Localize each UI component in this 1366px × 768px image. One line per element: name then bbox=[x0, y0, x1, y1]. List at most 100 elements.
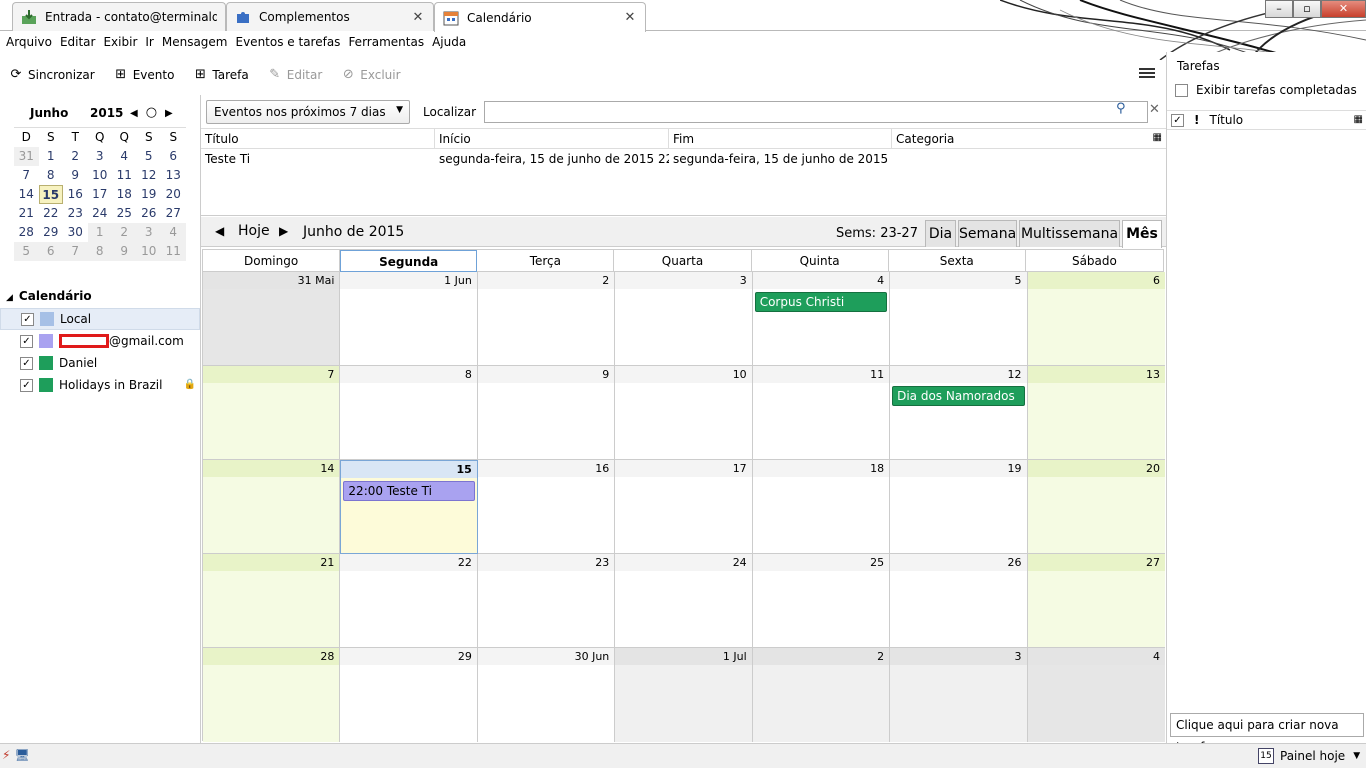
calendar-item-gmail[interactable]: ✓ @gmail.com bbox=[0, 330, 200, 352]
tab-inbox[interactable]: Entrada - contato@terminald... bbox=[12, 2, 226, 31]
tab-addons[interactable]: Complementos ✕ bbox=[226, 2, 434, 31]
day-number[interactable]: 30 Jun bbox=[477, 648, 615, 665]
edit-button[interactable]: ✎ Editar bbox=[267, 67, 322, 83]
mini-month-day[interactable]: 17 bbox=[88, 185, 113, 204]
menu-ir[interactable]: Ir bbox=[145, 32, 153, 52]
mini-month-day[interactable]: 2 bbox=[63, 147, 88, 166]
month-day-cell[interactable]: 18 bbox=[752, 460, 891, 554]
day-number[interactable]: 22 bbox=[340, 554, 477, 571]
mini-month-day[interactable]: 22 bbox=[39, 204, 64, 223]
day-number[interactable]: 20 bbox=[1027, 460, 1165, 477]
day-number[interactable]: 6 bbox=[1027, 272, 1165, 289]
month-day-cell[interactable]: 19 bbox=[890, 460, 1028, 554]
menu-exibir[interactable]: Exibir bbox=[103, 32, 137, 52]
mini-month-day[interactable]: 25 bbox=[112, 204, 137, 223]
mini-month-day[interactable]: 11 bbox=[112, 166, 137, 185]
mini-month-day[interactable]: 31 bbox=[14, 147, 39, 166]
day-number[interactable]: 16 bbox=[477, 460, 615, 477]
tab-day[interactable]: Dia bbox=[925, 220, 956, 247]
event-filter-select[interactable]: Eventos nos próximos 7 dias ▼ bbox=[206, 100, 410, 124]
menu-ferramentas[interactable]: Ferramentas bbox=[348, 32, 424, 52]
mini-month-day[interactable]: 7 bbox=[63, 242, 88, 261]
mini-month-day[interactable]: 8 bbox=[87, 242, 112, 261]
calendar-checkbox[interactable]: ✓ bbox=[20, 356, 33, 370]
mini-month-day[interactable]: 24 bbox=[88, 204, 113, 223]
month-day-cell[interactable]: 17 bbox=[615, 460, 753, 554]
month-day-cell[interactable]: 22 bbox=[340, 554, 478, 648]
new-event-button[interactable]: ⊞ Evento bbox=[113, 67, 174, 83]
month-day-cell[interactable]: 15 22:00 Teste Ti bbox=[340, 460, 478, 554]
calendar-item-holidays[interactable]: ✓ Holidays in Brazil 🔒 bbox=[0, 374, 200, 396]
day-number[interactable]: 18 bbox=[752, 460, 890, 477]
day-number[interactable]: 23 bbox=[477, 554, 615, 571]
day-number[interactable]: 19 bbox=[890, 460, 1027, 477]
delete-button[interactable]: ⊘ Excluir bbox=[340, 67, 401, 83]
calendar-event[interactable]: Corpus Christi bbox=[754, 292, 888, 312]
day-number[interactable]: 5 bbox=[890, 272, 1027, 289]
mini-month-day[interactable]: 21 bbox=[14, 204, 39, 223]
day-number[interactable]: 7 bbox=[203, 366, 340, 383]
month-day-cell[interactable]: 31 Mai bbox=[203, 272, 341, 366]
menu-ajuda[interactable]: Ajuda bbox=[432, 32, 466, 52]
day-number[interactable]: 8 bbox=[340, 366, 477, 383]
calendar-item-local[interactable]: ✓ Local bbox=[0, 308, 200, 330]
mini-month-day[interactable]: 20 bbox=[161, 185, 186, 204]
day-number[interactable]: 2 bbox=[752, 648, 890, 665]
menu-eventos-tarefas[interactable]: Eventos e tarefas bbox=[236, 32, 341, 52]
tab-month[interactable]: Mês bbox=[1122, 220, 1162, 248]
mini-month-day[interactable]: 10 bbox=[88, 166, 113, 185]
mini-month-day[interactable]: 29 bbox=[39, 223, 64, 242]
menu-mensagem[interactable]: Mensagem bbox=[162, 32, 228, 52]
mini-month-day[interactable]: 11 bbox=[161, 242, 186, 261]
month-day-cell[interactable]: 4 bbox=[1027, 648, 1165, 742]
day-number[interactable]: 24 bbox=[615, 554, 752, 571]
mini-month-day[interactable]: 8 bbox=[39, 166, 64, 185]
close-icon[interactable]: ✕ bbox=[623, 10, 637, 25]
month-day-cell[interactable]: 9 bbox=[477, 366, 616, 460]
month-day-cell[interactable]: 10 bbox=[615, 366, 753, 460]
mini-month-day[interactable]: 6 bbox=[161, 147, 186, 166]
mini-month-day[interactable]: 27 bbox=[161, 204, 186, 223]
month-day-cell[interactable]: 29 bbox=[340, 648, 478, 742]
month-day-cell[interactable]: 2 bbox=[752, 648, 891, 742]
search-icon[interactable]: ⚲ bbox=[1116, 101, 1126, 116]
mini-month-day[interactable]: 10 bbox=[136, 242, 161, 261]
day-number[interactable]: 29 bbox=[340, 648, 477, 665]
day-number[interactable]: 1 Jun bbox=[340, 272, 477, 289]
month-day-cell[interactable]: 4 Corpus Christi bbox=[752, 272, 891, 366]
mini-month-day[interactable]: 4 bbox=[112, 147, 137, 166]
day-number[interactable]: 13 bbox=[1027, 366, 1165, 383]
month-day-cell[interactable]: 13 bbox=[1027, 366, 1165, 460]
month-day-cell[interactable]: 28 bbox=[203, 648, 341, 742]
month-day-cell[interactable]: 1 Jul bbox=[615, 648, 753, 742]
minimize-button[interactable]: – bbox=[1265, 0, 1293, 18]
mini-month-year[interactable]: 2015 bbox=[90, 106, 126, 120]
calendar-checkbox[interactable]: ✓ bbox=[21, 312, 34, 326]
mini-month-day[interactable]: 7 bbox=[14, 166, 39, 185]
mini-month-day[interactable]: 3 bbox=[88, 147, 113, 166]
close-icon[interactable]: ✕ bbox=[411, 10, 425, 25]
day-number[interactable]: 14 bbox=[203, 460, 340, 477]
mini-month-day[interactable]: 19 bbox=[137, 185, 162, 204]
day-number[interactable]: 17 bbox=[615, 460, 752, 477]
new-task-button[interactable]: ⊞ Tarefa bbox=[192, 67, 249, 83]
show-completed-toggle[interactable]: Exibir tarefas completadas bbox=[1175, 83, 1357, 97]
column-header-start[interactable]: Início bbox=[435, 129, 669, 148]
mini-month-day[interactable]: 26 bbox=[137, 204, 162, 223]
tasks-complete-column-icon[interactable]: ✓ bbox=[1171, 113, 1184, 127]
maximize-button[interactable]: ▫ bbox=[1293, 0, 1321, 18]
mini-month-day[interactable]: 15 bbox=[38, 185, 63, 204]
column-header-title[interactable]: Título bbox=[1209, 113, 1243, 127]
search-input[interactable] bbox=[484, 101, 1149, 123]
day-number[interactable]: 4 bbox=[752, 272, 890, 289]
next-icon[interactable]: ▶ bbox=[279, 224, 288, 238]
tab-multiweek[interactable]: Multissemana bbox=[1019, 220, 1120, 247]
priority-icon[interactable]: ! bbox=[1194, 113, 1199, 127]
mini-month-day[interactable]: 5 bbox=[137, 147, 162, 166]
month-day-cell[interactable]: 7 bbox=[203, 366, 341, 460]
hamburger-menu-icon[interactable] bbox=[1139, 66, 1155, 80]
day-number[interactable]: 10 bbox=[615, 366, 752, 383]
close-window-button[interactable]: ✕ bbox=[1321, 0, 1366, 18]
mini-month-next-icon[interactable]: ▶ bbox=[165, 108, 173, 119]
sync-button[interactable]: ⟳ Sincronizar bbox=[8, 67, 95, 83]
